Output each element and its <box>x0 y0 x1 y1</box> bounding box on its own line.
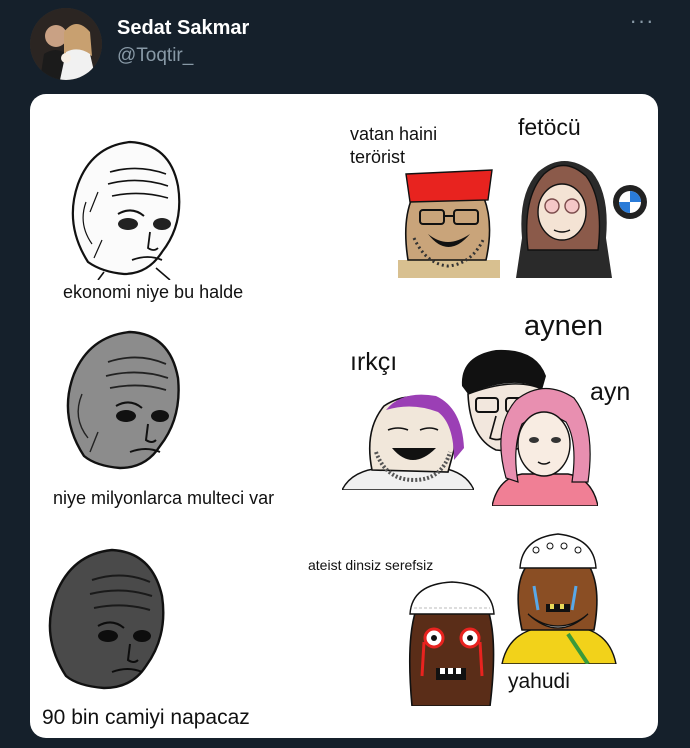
woman-pink-hair <box>491 382 599 507</box>
label-yahudi: yahudi <box>508 670 570 693</box>
crying-man-skullcap <box>498 530 618 666</box>
author-handle[interactable]: @Toqtir_ <box>117 45 193 67</box>
label-fetocu: fetöcü <box>518 114 581 140</box>
label-aynen: aynen <box>524 310 604 342</box>
soyjak-red-fez <box>398 168 500 278</box>
wojak-face-light <box>58 132 183 281</box>
caption-mosques: 90 bin camiyi napacaz <box>42 706 250 729</box>
caption-economy: ekonomi niye bu halde <box>63 282 244 302</box>
author-name[interactable]: Sedat Sakmar <box>117 17 249 40</box>
angry-man-skullcap <box>400 580 500 707</box>
label-terorist: terörist <box>350 147 406 167</box>
label-vatan-haini: vatan haini <box>350 124 438 144</box>
hijab-woman <box>512 154 616 278</box>
wojak-face-dark <box>38 540 168 692</box>
avatar[interactable] <box>30 8 102 80</box>
wojak-face-grey <box>54 322 184 472</box>
more-horizontal-icon[interactable]: ··· <box>626 10 658 34</box>
soyjak-purple-hair <box>340 390 476 491</box>
tweet-media-image[interactable]: ekonomi niye bu halde niye milyonlarca m… <box>30 94 658 738</box>
bmw-logo-icon <box>612 184 648 220</box>
label-ateist: ateist dinsiz serefsiz <box>308 557 434 573</box>
tweet-header: Sedat Sakmar @Toqtir_ ··· <box>0 0 690 92</box>
label-irkci: ırkçı <box>350 348 398 376</box>
caption-refugees: niye milyonlarca multeci var <box>53 488 275 508</box>
